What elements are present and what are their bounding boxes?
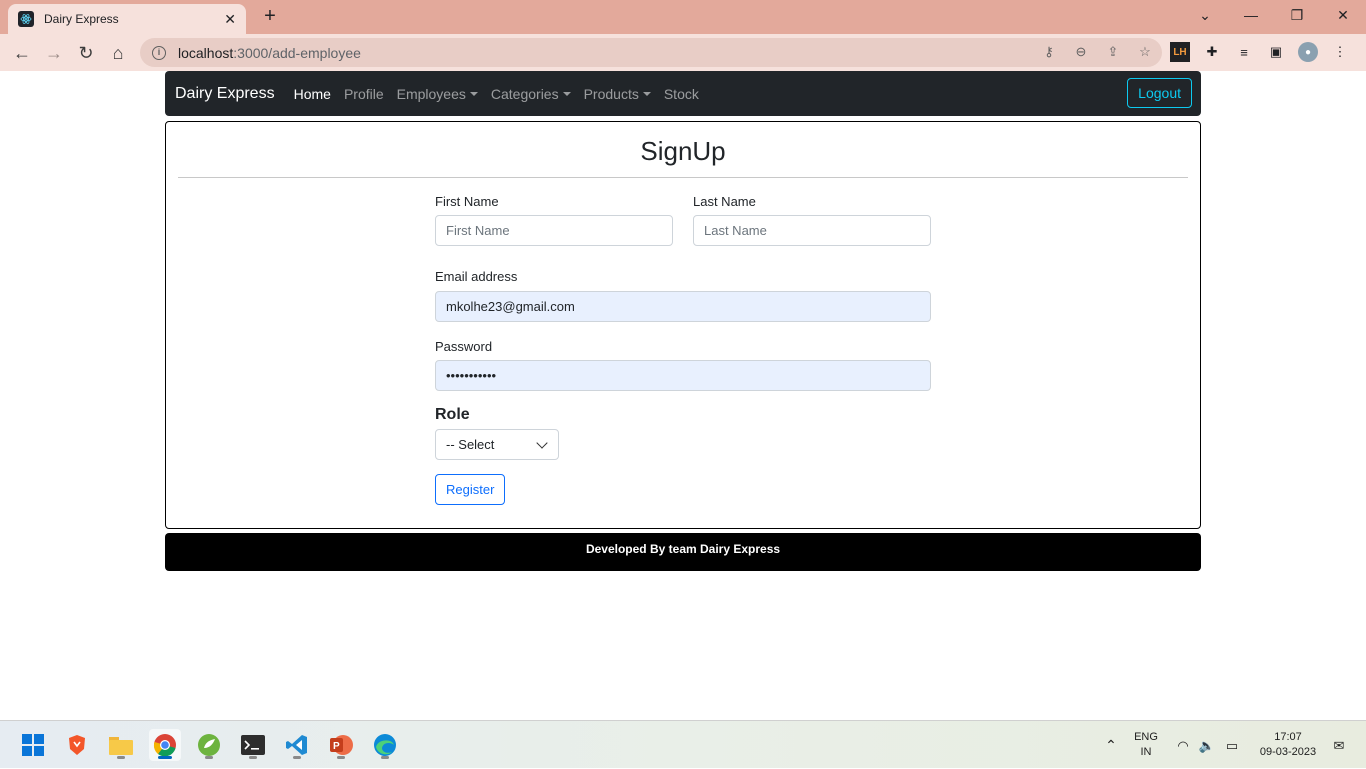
file-explorer-icon[interactable] — [105, 729, 137, 761]
nav-products-dropdown[interactable]: Products — [584, 86, 651, 102]
svg-text:P: P — [333, 741, 340, 752]
running-indicator — [381, 756, 389, 759]
page-footer: Developed By team Dairy Express — [165, 533, 1201, 571]
browser-tab[interactable]: Dairy Express ✕ — [8, 4, 246, 34]
running-indicator — [205, 756, 213, 759]
clock-time: 17:07 — [1274, 731, 1302, 743]
zoom-icon[interactable]: ⊖ — [1072, 43, 1090, 61]
role-select[interactable]: -- Select — [435, 429, 559, 460]
running-indicator — [117, 756, 125, 759]
signup-card: SignUp First Name First Name Last Name L… — [165, 121, 1201, 529]
bookmark-star-icon[interactable]: ☆ — [1136, 43, 1154, 61]
active-indicator — [158, 756, 172, 759]
chevron-down-icon — [536, 437, 548, 449]
password-field[interactable]: ••••••••••• — [435, 360, 931, 391]
browser-toolbar: ← → ↻ ⌂ i localhost:3000/add-employee ⚷ … — [0, 34, 1366, 71]
password-label: Password — [435, 339, 493, 354]
lighthouse-extension-icon[interactable]: LH — [1170, 42, 1190, 62]
title-divider — [178, 177, 1188, 178]
volume-icon[interactable]: 🔈 — [1196, 721, 1218, 769]
browser-menu-icon[interactable]: ⋮ — [1330, 42, 1350, 62]
spring-tools-icon[interactable] — [193, 729, 225, 761]
url-text: localhost:3000/add-employee — [178, 45, 361, 61]
language-code: ENG — [1134, 731, 1158, 743]
forward-arrow-icon[interactable]: → — [41, 40, 67, 66]
last-name-input[interactable]: Last Name — [693, 215, 931, 246]
language-indicator[interactable]: ENG IN — [1130, 721, 1162, 769]
first-name-input[interactable]: First Name — [435, 215, 673, 246]
nav-profile-label: Profile — [343, 85, 384, 102]
key-icon[interactable]: ⚷ — [1040, 43, 1058, 61]
extensions-puzzle-icon[interactable]: ✚ — [1202, 42, 1222, 62]
side-panel-icon[interactable]: ▣ — [1266, 42, 1286, 62]
clock-date: 09-03-2023 — [1259, 746, 1317, 758]
nav-home-label: Home — [293, 85, 331, 102]
app-navbar: Dairy Express Home Profile Employees Cat… — [165, 71, 1201, 116]
nav-stock-label: Stock — [663, 85, 699, 102]
react-icon — [18, 11, 34, 27]
url-host: localhost — [178, 44, 234, 61]
tab-search-icon[interactable]: ⌄ — [1182, 0, 1228, 30]
site-info-icon[interactable]: i — [152, 45, 166, 60]
tab-title: Dairy Express — [44, 12, 119, 26]
nav-employees-label: Employees — [396, 85, 466, 102]
taskbar: P ⌃ ENG IN ◠ 🔈 ▭ 17:07 09-03-2023 ✉ — [0, 720, 1366, 768]
nav-profile[interactable]: Profile — [344, 86, 384, 102]
nav-categories-label: Categories — [490, 85, 559, 102]
media-control-icon[interactable]: ≡ — [1234, 42, 1254, 62]
wifi-icon[interactable]: ◠ — [1172, 721, 1194, 769]
chrome-icon[interactable] — [149, 729, 181, 761]
reload-icon[interactable]: ↻ — [73, 40, 99, 66]
last-name-label: Last Name — [693, 194, 756, 209]
email-label: Email address — [435, 269, 518, 284]
vscode-icon[interactable] — [281, 729, 313, 761]
edge-icon[interactable] — [369, 729, 401, 761]
running-indicator — [249, 756, 257, 759]
show-hidden-icons-chevron-icon[interactable]: ⌃ — [1100, 721, 1122, 769]
nav-categories-dropdown[interactable]: Categories — [491, 86, 571, 102]
running-indicator — [293, 756, 301, 759]
browser-tabstrip: Dairy Express ✕ + ⌄ — ❐ ✕ — [0, 0, 1366, 34]
nav-home[interactable]: Home — [294, 86, 331, 102]
caret-down-icon — [562, 91, 571, 96]
nav-products-label: Products — [583, 85, 639, 102]
share-icon[interactable]: ⇪ — [1104, 43, 1122, 61]
navbar-brand[interactable]: Dairy Express — [175, 85, 275, 103]
new-tab-button[interactable]: + — [258, 5, 282, 29]
running-indicator — [337, 756, 345, 759]
clock[interactable]: 17:07 09-03-2023 — [1252, 721, 1324, 769]
caret-down-icon — [642, 91, 651, 96]
url-path: :3000/add-employee — [233, 44, 361, 61]
first-name-label: First Name — [435, 194, 499, 209]
language-region: IN — [1140, 746, 1152, 758]
register-button[interactable]: Register — [435, 474, 506, 505]
role-selected-value: -- Select — [446, 437, 495, 452]
brave-browser-icon[interactable] — [61, 729, 93, 761]
caret-down-icon — [469, 91, 478, 96]
back-arrow-icon[interactable]: ← — [9, 40, 35, 66]
powerpoint-icon[interactable]: P — [325, 729, 357, 761]
close-window-button[interactable]: ✕ — [1320, 0, 1366, 30]
nav-employees-dropdown[interactable]: Employees — [397, 86, 478, 102]
minimize-button[interactable]: — — [1228, 0, 1274, 30]
address-bar[interactable]: i localhost:3000/add-employee ⚷ ⊖ ⇪ ☆ — [140, 38, 1162, 67]
profile-avatar-icon[interactable]: ● — [1298, 42, 1318, 62]
battery-icon[interactable]: ▭ — [1220, 721, 1244, 769]
logout-button[interactable]: Logout — [1127, 78, 1192, 108]
restore-button[interactable]: ❐ — [1274, 0, 1320, 30]
terminal-icon[interactable] — [237, 729, 269, 761]
role-label: Role — [435, 406, 470, 423]
windows-start-icon[interactable] — [17, 729, 49, 761]
home-icon[interactable]: ⌂ — [105, 40, 131, 66]
notification-icon[interactable]: ✉ — [1328, 721, 1350, 769]
page-title: SignUp — [640, 136, 726, 166]
close-tab-icon[interactable]: ✕ — [224, 11, 236, 28]
email-field[interactable]: mkolhe23@gmail.com — [435, 291, 931, 322]
nav-stock[interactable]: Stock — [664, 86, 699, 102]
